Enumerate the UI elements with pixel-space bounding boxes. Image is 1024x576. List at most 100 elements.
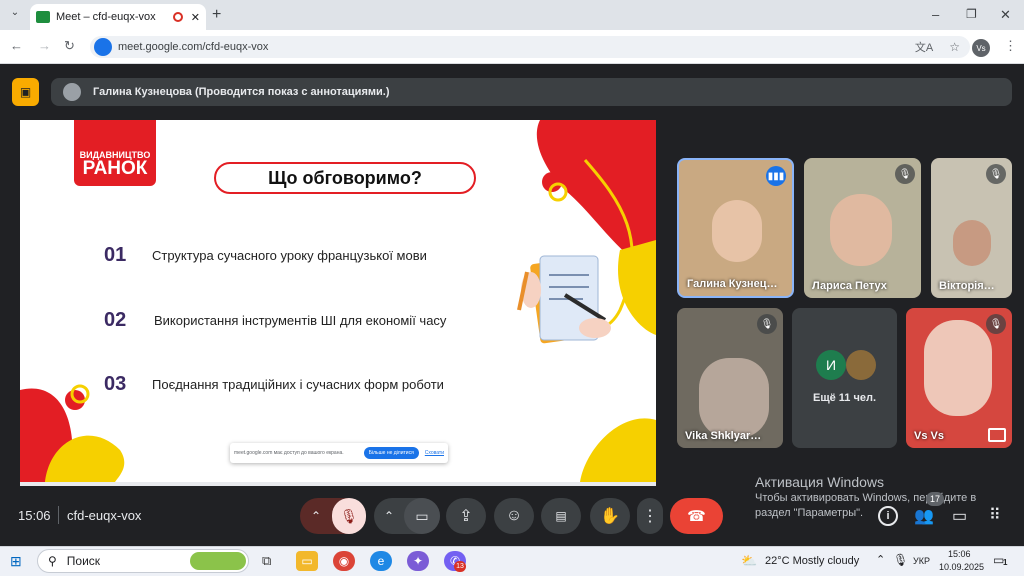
search-highlight-image — [190, 552, 246, 570]
windows-start-icon[interactable]: ⊞ — [10, 553, 22, 570]
maximize-button[interactable]: ❐ — [966, 7, 977, 21]
weather-text[interactable]: 22°C Mostly cloudy — [765, 555, 859, 567]
activation-title: Активация Windows — [755, 474, 885, 490]
emoji-icon: ☺ — [505, 507, 523, 524]
meeting-info-icon[interactable]: i — [878, 506, 898, 526]
chat-icon[interactable]: ▭ — [952, 506, 967, 526]
tray-chevron-icon[interactable]: ⌃ — [876, 553, 885, 566]
participant-video — [953, 220, 991, 266]
mic-off-icon: 🎙 — [895, 164, 915, 184]
participant-name: Галина Кузнец… — [687, 278, 778, 290]
raise-hand-button[interactable]: ✋ — [590, 498, 630, 534]
activation-line2: раздел "Параметры". — [755, 507, 864, 519]
agenda-item-1: 01 Структура сучасного уроку французької… — [104, 244, 427, 267]
screen-share-notice: meet.google.com має доступ до вашого екр… — [230, 443, 448, 463]
participant-tile[interactable]: 🎙 Вікторія… — [931, 158, 1012, 298]
weather-icon[interactable]: ⛅ — [741, 553, 757, 569]
more-options-button[interactable]: ⋮ — [637, 498, 663, 534]
participant-tile[interactable]: 🎙 Vika Shklyar… — [677, 308, 783, 448]
slide-heading: Що обговоримо? — [214, 162, 476, 194]
agenda-num: 01 — [104, 244, 127, 266]
window-close-button[interactable]: ✕ — [1000, 7, 1011, 23]
tab-close-icon[interactable]: ✕ — [191, 11, 200, 24]
meet-favicon-icon — [36, 11, 50, 23]
mic-off-icon: 🎙 — [757, 314, 777, 334]
translate-icon[interactable]: 文A — [915, 39, 933, 55]
presentation-icon[interactable]: ▣ — [12, 78, 39, 106]
present-screen-button[interactable]: ⇪ — [446, 498, 486, 534]
back-icon[interactable]: ← — [10, 38, 23, 53]
shared-screen: ВИДАВНИЦТВО РАНОК Що обговоримо? 01 Стру… — [20, 120, 656, 482]
agenda-text: Структура сучасного уроку французької мо… — [152, 248, 427, 263]
forward-icon[interactable]: → — [38, 38, 51, 53]
notification-count: 1 — [1003, 558, 1008, 567]
leave-call-button[interactable]: ☎ — [670, 498, 723, 534]
mic-options-chevron-icon[interactable]: ⌃ — [300, 509, 332, 523]
copilot-icon[interactable]: ✦ — [407, 551, 429, 571]
agenda-item-2: 02 Використання інструментів ШІ для екон… — [104, 309, 446, 332]
camera-icon[interactable]: ▭ — [404, 498, 440, 534]
task-view-icon[interactable]: ⧉ — [262, 553, 271, 569]
minimize-button[interactable]: – — [932, 7, 939, 22]
more-vert-icon: ⋮ — [642, 508, 658, 525]
chrome-icon[interactable]: ◉ — [333, 551, 355, 571]
reload-icon[interactable]: ↻ — [64, 38, 75, 54]
agenda-num: 03 — [104, 373, 127, 395]
captions-button[interactable]: ▤ — [541, 498, 581, 534]
browser-tab[interactable]: Meet – cfd-euqx-vox ✕ — [30, 4, 206, 30]
emoji-button[interactable]: ☺ — [494, 498, 534, 534]
more-participants-tile[interactable]: И Ещё 11 чел. — [792, 308, 897, 448]
new-tab-button[interactable]: + — [212, 6, 221, 24]
mic-off-button-icon[interactable]: 🎙 — [332, 498, 366, 534]
picture-in-picture-icon[interactable] — [988, 428, 1006, 442]
edge-icon[interactable]: e — [370, 551, 392, 571]
url-text: meet.google.com/cfd-euqx-vox — [118, 41, 269, 53]
agenda-num: 02 — [104, 309, 127, 331]
share-notice-text: meet.google.com має доступ до вашого екр… — [234, 450, 344, 456]
speaking-icon: ▮▮▮ — [766, 166, 786, 186]
people-icon[interactable]: 👥 — [914, 506, 934, 526]
site-info-icon[interactable] — [94, 38, 112, 56]
microphone-tray-icon[interactable]: 🎙 — [893, 553, 908, 567]
mic-control: ⌃ 🎙 — [300, 498, 366, 534]
mic-off-icon: 🎙 — [986, 314, 1006, 334]
participant-video — [699, 358, 769, 438]
mic-off-icon: 🎙 — [986, 164, 1006, 184]
taskbar-search-label: Поиск — [66, 554, 101, 568]
viber-badge: 13 — [454, 561, 466, 572]
agenda-text: Використання інструментів ШІ для економі… — [154, 313, 447, 328]
participant-name: Vs Vs — [914, 430, 944, 442]
tab-search-icon[interactable]: ⌄ — [6, 7, 24, 23]
stop-sharing-button[interactable]: Більше не ділитися — [363, 447, 419, 459]
participant-initial-avatar: И — [816, 350, 846, 380]
clock-date[interactable]: 10.09.2025 — [939, 562, 984, 572]
participant-tile[interactable]: 🎙 Лариса Петух — [804, 158, 921, 298]
url-input[interactable]: meet.google.com/cfd-euqx-vox 文A ☆ — [90, 36, 970, 58]
participant-name: Вікторія… — [939, 280, 995, 292]
participant-video — [924, 320, 992, 416]
language-indicator[interactable]: УКР — [913, 556, 930, 566]
participant-name: Лариса Петух — [812, 280, 887, 292]
file-explorer-icon[interactable]: ▭ — [296, 551, 318, 571]
captions-icon: ▤ — [555, 509, 567, 523]
meeting-code: cfd-euqx-vox — [67, 508, 142, 523]
profile-avatar[interactable]: Vs — [972, 39, 990, 57]
hangup-icon: ☎ — [687, 508, 706, 525]
search-icon: ⚲ — [48, 554, 57, 568]
participant-tile[interactable]: 🎙 Vs Vs — [906, 308, 1012, 448]
hide-button[interactable]: Сховати — [425, 450, 444, 456]
participant-tile[interactable]: ▮▮▮ Галина Кузнец… — [677, 158, 794, 298]
camera-options-chevron-icon[interactable]: ⌃ — [374, 509, 404, 523]
taskbar-search-input[interactable]: ⚲ Поиск — [37, 549, 249, 573]
presenter-label: Галина Кузнецова (Проводится показ с анн… — [93, 86, 390, 98]
participant-name: Vika Shklyar… — [685, 430, 762, 442]
browser-menu-icon[interactable]: ⋮ — [1004, 38, 1017, 54]
clock-time[interactable]: 15:06 — [948, 549, 971, 559]
participant-photo-avatar — [846, 350, 876, 380]
participant-video — [712, 200, 762, 262]
agenda-item-3: 03 Поєднання традиційних і сучасних форм… — [104, 373, 444, 396]
recording-icon — [172, 12, 183, 22]
bookmark-star-icon[interactable]: ☆ — [949, 40, 960, 54]
activities-icon[interactable]: ⠿ — [989, 505, 1001, 525]
clipboard-illustration — [517, 255, 611, 344]
